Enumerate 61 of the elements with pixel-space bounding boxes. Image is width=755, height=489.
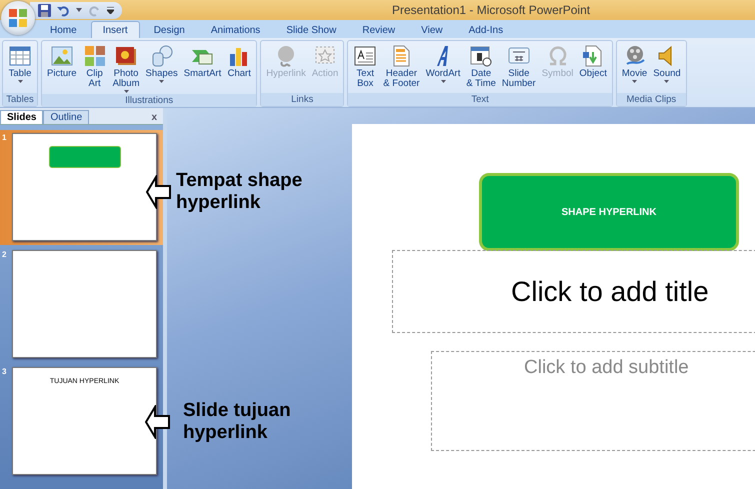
ribbon-button[interactable]: Text Box	[350, 42, 380, 92]
caret-icon	[18, 80, 22, 83]
ribbon-button[interactable]: Header & Footer	[380, 42, 423, 92]
slide-thumbnail[interactable]	[12, 250, 157, 358]
subtitle-placeholder[interactable]: Click to add subtitle	[431, 351, 755, 451]
ribbon-tab[interactable]: Design	[142, 21, 197, 38]
ribbon-button[interactable]: Chart	[224, 42, 254, 93]
ribbon-tab[interactable]: Animations	[198, 21, 272, 38]
shapes-icon	[150, 44, 174, 68]
ribbon-tab[interactable]: Review	[350, 21, 408, 38]
group-label: Media Clips	[616, 93, 686, 106]
group-label: Tables	[3, 93, 37, 106]
group-label: Links	[261, 93, 344, 106]
ribbon-button[interactable]: Clip Art	[80, 42, 110, 93]
undo-icon[interactable]	[57, 4, 70, 16]
ribbon-tab[interactable]: Insert	[90, 21, 140, 38]
window-title: Presentation1 - Microsoft PowerPoint	[392, 3, 590, 17]
ribbon-tab[interactable]: Home	[38, 21, 89, 38]
left-arrow-icon	[146, 175, 172, 209]
annotation-text: Slide tujuan hyperlink	[183, 400, 292, 444]
caret-icon	[159, 80, 164, 83]
save-icon[interactable]	[38, 4, 51, 16]
group-label: Illustrations	[42, 94, 256, 107]
ribbon-button[interactable]: Sound	[650, 42, 684, 92]
ribbon-button[interactable]: Date & Time	[463, 42, 499, 92]
slide-thumbnail[interactable]	[12, 133, 157, 241]
caret-icon	[440, 80, 446, 83]
ribbon-button[interactable]: SmartArt	[180, 42, 224, 93]
thumbnail-shape	[48, 146, 120, 168]
caret-icon[interactable]	[76, 8, 82, 12]
customize-caret-icon[interactable]	[107, 6, 114, 14]
group-label: Text	[348, 93, 612, 106]
clip-art-icon	[82, 44, 107, 68]
ribbon-tab[interactable]: View	[409, 21, 455, 38]
left-arrow-icon	[145, 405, 171, 439]
ribbon-button[interactable]: Shapes	[142, 42, 181, 93]
slide-number: 3	[2, 367, 8, 378]
ribbon-button[interactable]: Movie	[618, 42, 650, 92]
ribbon-button[interactable]: Table	[5, 42, 35, 92]
ribbon-button[interactable]: Picture	[44, 42, 80, 93]
pane-tab[interactable]: Slides	[0, 110, 44, 124]
slide-number: 1	[2, 133, 8, 144]
ribbon-tab[interactable]: Add-Ins	[456, 21, 516, 38]
ribbon-button[interactable]: WordArt	[422, 42, 464, 92]
ribbon-button[interactable]: Object	[576, 42, 610, 92]
calendar-icon	[469, 44, 494, 68]
ribbon-tab[interactable]: Slide Show	[274, 21, 348, 38]
annotation-text: Tempat shape hyperlink	[176, 170, 304, 214]
pane-tab[interactable]: Outline	[43, 110, 90, 124]
table-icon	[8, 44, 32, 68]
photo-album-icon	[114, 44, 138, 68]
title-placeholder[interactable]: Click to add title	[392, 250, 755, 333]
ribbon-button[interactable]: Photo Album	[110, 42, 143, 93]
caret-icon	[632, 80, 638, 83]
slide-number: 2	[2, 250, 8, 261]
close-button[interactable]: x	[149, 110, 159, 124]
ribbon-button[interactable]: Slide Number	[498, 42, 539, 92]
text-box-icon	[353, 44, 378, 68]
picture-icon	[50, 44, 74, 68]
office-logo-icon	[7, 7, 29, 29]
caret-icon	[664, 80, 670, 83]
